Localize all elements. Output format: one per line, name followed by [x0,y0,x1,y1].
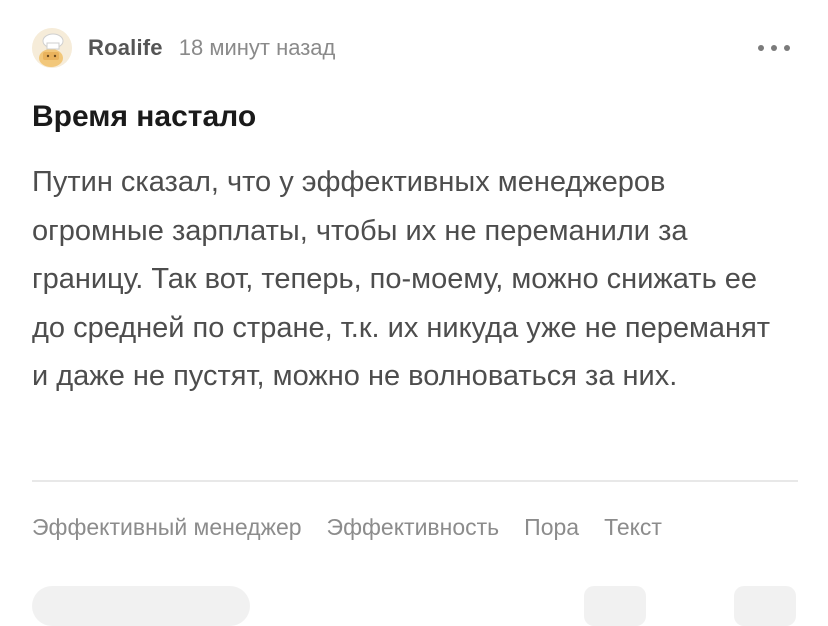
more-dots-icon[interactable] [756,36,792,60]
post-time: 18 минут назад [178,35,336,60]
chef-avatar-icon [32,28,72,68]
action-button[interactable] [734,586,796,626]
tag-item[interactable]: Пора [524,514,579,541]
post-body: Путин сказал, что у эффективных менеджер… [32,166,771,393]
tag-item[interactable]: Эффективность [327,514,500,541]
post-title[interactable]: Время настало [32,100,256,134]
rating-control[interactable] [32,586,250,626]
tag-item[interactable]: Эффективный менеджер [32,514,302,541]
divider [32,480,798,482]
tag-list: Эффективный менеджер Эффективность Пора … [32,514,662,541]
author-name[interactable]: Roalife [88,35,163,61]
avatar[interactable] [32,28,72,68]
tag-item[interactable]: Текст [604,514,662,541]
action-button[interactable] [584,586,646,626]
post-card: Roalife 18 минут назад Время настало Пут… [0,0,828,626]
post-header: Roalife 18 минут назад [32,28,792,68]
